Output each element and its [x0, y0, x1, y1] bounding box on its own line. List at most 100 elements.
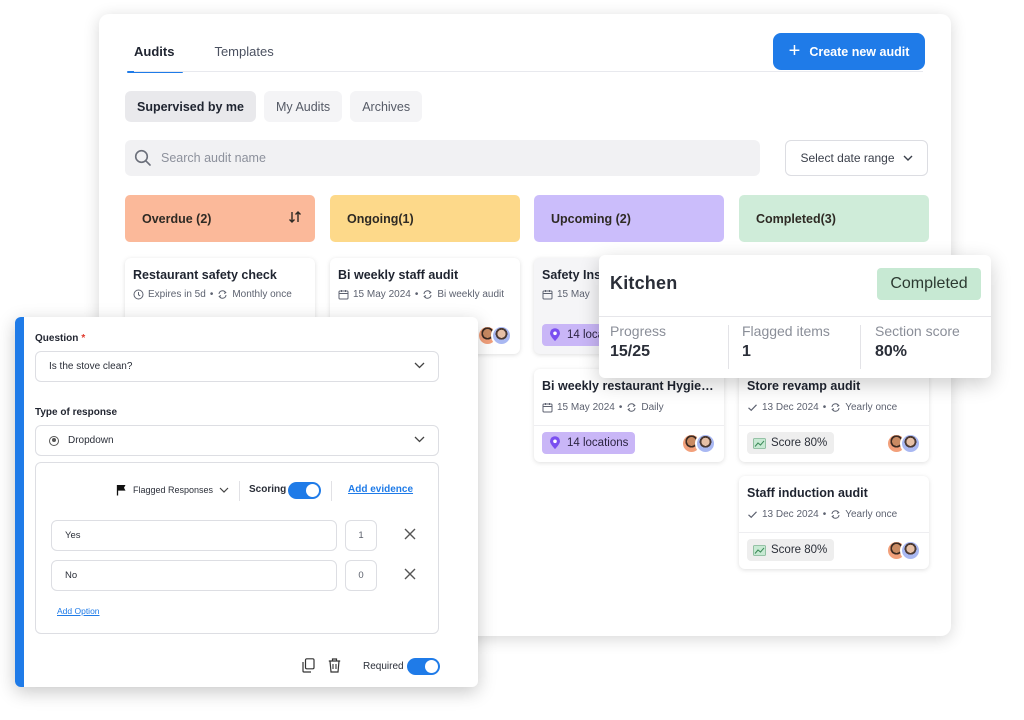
meta-separator: • [822, 509, 827, 520]
date-range-label: Select date range [800, 151, 895, 165]
assignee-avatars[interactable] [681, 432, 716, 454]
score-label: Score 80% [771, 544, 828, 556]
column-completed[interactable]: Completed(3) [739, 195, 929, 242]
filter-archives[interactable]: Archives [350, 91, 423, 122]
trash-icon[interactable] [328, 658, 341, 673]
create-new-audit-label: Create new audit [809, 44, 910, 59]
column-ongoing-label: Ongoing(1) [347, 211, 414, 226]
filter-chips: Supervised by me My Audits Archives [125, 91, 423, 122]
location-pin-icon [550, 328, 560, 341]
flagged-responses-label: Flagged Responses [133, 485, 214, 495]
card-expiry: Expires in 5d [148, 289, 206, 300]
card-divider [534, 425, 724, 426]
filter-my-audits[interactable]: My Audits [264, 91, 343, 122]
assignee-avatars[interactable] [477, 325, 512, 346]
accent-bar [15, 317, 24, 687]
column-overdue-label: Overdue (2) [142, 211, 212, 226]
sort-icon[interactable] [288, 210, 302, 224]
tab-bar: Audits Templates [126, 44, 274, 73]
stat-label: Section score [875, 323, 960, 339]
repeat-icon [423, 290, 432, 299]
section-summary-popup: Kitchen Completed Progress 15/25 Flagged… [599, 255, 991, 378]
add-evidence-link[interactable]: Add evidence [348, 484, 413, 495]
add-option-link[interactable]: Add Option [57, 606, 100, 616]
option-score-no[interactable]: 0 [345, 560, 377, 591]
date-range-select[interactable]: Select date range [785, 140, 928, 176]
card-meta: 15 May 2024 • Daily [542, 402, 716, 413]
question-value: Is the stove clean? [49, 361, 133, 372]
toolbar-divider [239, 481, 240, 501]
check-icon [748, 511, 757, 519]
response-type-select[interactable]: Dropdown [35, 425, 439, 456]
card-repeat: Bi weekly audit [437, 289, 505, 300]
card-divider [739, 532, 929, 533]
calendar-icon [542, 403, 553, 413]
calendar-icon [338, 290, 349, 300]
card-meta: 13 Dec 2024 • Yearly once [747, 509, 921, 520]
meta-separator: • [822, 402, 827, 413]
avatar [695, 432, 716, 454]
chart-icon [753, 544, 766, 556]
assignee-avatars[interactable] [886, 539, 921, 561]
flagged-responses-dropdown[interactable]: Flagged Responses [116, 484, 229, 496]
stat-value: 15/25 [610, 343, 651, 360]
remove-option-icon[interactable] [403, 527, 417, 541]
stat-divider [860, 325, 861, 369]
card-footer: Score 80% [747, 432, 921, 454]
locations-badge[interactable]: 14 locations [542, 432, 636, 454]
location-pin-icon [550, 436, 560, 449]
options-box: Flagged Responses Scoring Add evidence Y… [35, 462, 439, 634]
create-new-audit-button[interactable]: + Create new audit [773, 33, 925, 70]
option-input-no[interactable]: No [51, 560, 337, 591]
option-input-yes[interactable]: Yes [51, 520, 337, 551]
stat-progress: Progress 15/25 [610, 323, 730, 361]
meta-separator: • [618, 402, 623, 413]
repeat-icon [627, 403, 636, 412]
repeat-icon [831, 403, 840, 412]
filter-supervised-by-me[interactable]: Supervised by me [125, 91, 256, 122]
required-toggle[interactable] [407, 658, 440, 675]
scoring-toggle[interactable] [288, 482, 321, 499]
question-editor-panel: Question * Is the stove clean? Type of re… [15, 317, 478, 687]
repeat-icon [218, 290, 227, 299]
card-title: Staff induction audit [747, 486, 868, 500]
column-upcoming[interactable]: Upcoming (2) [534, 195, 724, 242]
search-input[interactable]: Search audit name [125, 140, 760, 176]
option-score-yes[interactable]: 1 [345, 520, 377, 551]
tab-audits[interactable]: Audits [126, 44, 185, 73]
card-repeat: Yearly once [845, 402, 898, 413]
audit-card-hygiene[interactable]: Bi weekly restaurant Hygiene l... 15 May… [534, 369, 724, 462]
audit-card-store-revamp[interactable]: Store revamp audit 13 Dec 2024 • Yearly … [739, 369, 929, 462]
clock-icon [133, 289, 144, 300]
copy-icon[interactable] [302, 658, 315, 673]
avatar [491, 325, 512, 346]
card-date: 13 Dec 2024 [762, 402, 819, 413]
question-label-text: Question [35, 333, 79, 344]
scoring-label: Scoring [249, 484, 287, 495]
card-meta: 15 May 2024 • Bi weekly audit [338, 289, 512, 300]
card-divider [739, 425, 929, 426]
search-icon [134, 149, 151, 166]
remove-option-icon[interactable] [403, 567, 417, 581]
card-date: 15 May 2024 [557, 402, 615, 413]
stat-label: Flagged items [742, 323, 830, 339]
column-overdue[interactable]: Overdue (2) [125, 195, 315, 242]
tab-divider [134, 71, 923, 72]
card-title: Restaurant safety check [133, 268, 277, 282]
score-badge[interactable]: Score 80% [747, 539, 835, 561]
repeat-icon [831, 510, 840, 519]
audit-card-staff-induction[interactable]: Staff induction audit 13 Dec 2024 • Year… [739, 476, 929, 569]
question-footer: Required [15, 656, 478, 676]
chevron-down-icon [414, 436, 425, 443]
column-ongoing[interactable]: Ongoing(1) [330, 195, 520, 242]
assignee-avatars[interactable] [886, 432, 921, 454]
tab-templates[interactable]: Templates [214, 44, 273, 72]
meta-separator: • [209, 289, 214, 300]
card-meta: Expires in 5d • Monthly once [133, 289, 307, 300]
question-select[interactable]: Is the stove clean? [35, 351, 439, 382]
response-type-value: Dropdown [68, 435, 114, 446]
card-date: 15 May 2024 [353, 289, 411, 300]
score-badge[interactable]: Score 80% [747, 432, 835, 454]
popup-divider [599, 316, 991, 317]
card-repeat: Daily [641, 402, 664, 413]
